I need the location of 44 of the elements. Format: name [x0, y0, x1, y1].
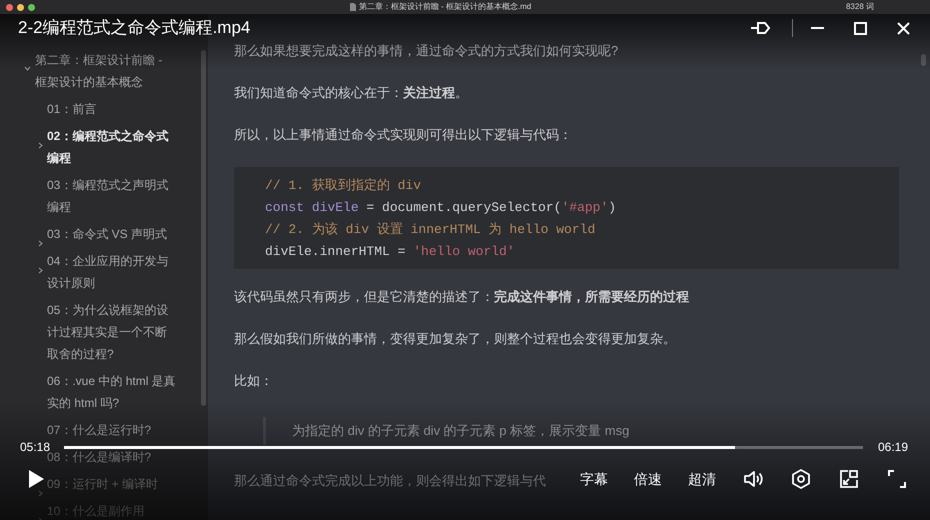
- settings-icon[interactable]: [790, 468, 812, 490]
- quote-text: 为指定的 div 的子元素 div 的子元素 p 标签，展示变量 msg: [292, 423, 630, 438]
- paragraph: 所以，以上事情通过命令式实现则可得出以下逻辑与代码：: [234, 126, 572, 144]
- chevron-icon[interactable]: [24, 65, 31, 72]
- outline-item[interactable]: 03：编程范式之声明式编程: [47, 174, 178, 218]
- volume-icon[interactable]: [742, 468, 764, 490]
- outline-item[interactable]: 07：什么是运行时?: [47, 419, 178, 441]
- player-option-button[interactable]: 倍速: [634, 469, 662, 489]
- code-line: divEle.innerHTML = 'hello world': [265, 243, 516, 261]
- outline-item[interactable]: 02：编程范式之命令式编程: [47, 125, 178, 169]
- player-option-button[interactable]: 字幕: [580, 469, 608, 489]
- paragraph: 那么通过命令式完成以上功能，则会得出如下逻辑与代: [234, 472, 546, 490]
- document-icon: [350, 3, 356, 11]
- progress-track[interactable]: [64, 446, 863, 448]
- picture-in-picture-icon[interactable]: [838, 468, 860, 490]
- paragraph: 那么如果想要完成这样的事情，通过命令式的方式我们如何实现呢?: [234, 42, 618, 60]
- play-button[interactable]: [28, 469, 46, 489]
- elapsed-time: 05:18: [20, 440, 50, 454]
- player-option-button[interactable]: 超清: [688, 469, 716, 489]
- outline-item[interactable]: 06：.vue 中的 html 是真实的 html 吗?: [47, 370, 178, 414]
- outline-item[interactable]: 04：企业应用的开发与设计原则: [47, 250, 178, 294]
- paragraph: 我们知道命令式的核心在于：关注过程。: [234, 84, 468, 102]
- outline-item[interactable]: 03：命令式 VS 声明式: [47, 223, 178, 245]
- video-title: 2-2编程范式之命令式编程.mp4: [18, 17, 250, 40]
- word-count: 8328 词: [846, 3, 874, 11]
- chevron-icon[interactable]: [37, 142, 44, 149]
- scrollbar-thumb[interactable]: [201, 50, 206, 406]
- outline-item[interactable]: 05：为什么说框架的设计过程其实是一个不断取舍的过程?: [47, 299, 178, 365]
- paragraph: 那么假如我们所做的事情，变得更加复杂了，则整个过程也会变得更加复杂。: [234, 330, 676, 348]
- fullscreen-icon[interactable]: [886, 468, 908, 490]
- scrollbar-thumb[interactable]: [921, 54, 926, 66]
- chevron-icon[interactable]: [37, 267, 44, 274]
- code-line: // 2. 为该 div 设置 innerHTML 为 hello world: [265, 221, 596, 239]
- code-line: const divEle = document.querySelector('#app'): [265, 199, 618, 217]
- maximize-icon[interactable]: [854, 22, 867, 34]
- document-title: 第二章：框架设计前瞻 - 框架设计的基本概念.md: [358, 3, 532, 11]
- outline-item[interactable]: 01：前言: [47, 98, 178, 120]
- code-line: // 1. 获取到指定的 div: [265, 177, 422, 195]
- outline-chapter[interactable]: 第二章：框架设计前瞻 - 框架设计的基本概念: [35, 49, 174, 93]
- paragraph: 比如：: [234, 372, 273, 390]
- chevron-icon[interactable]: [37, 240, 44, 247]
- paragraph: 该代码虽然只有两步，但是它清楚的描述了：完成这件事情，所需要经历的过程: [234, 288, 689, 306]
- close-icon[interactable]: [897, 22, 910, 34]
- total-time: 06:19: [878, 439, 908, 456]
